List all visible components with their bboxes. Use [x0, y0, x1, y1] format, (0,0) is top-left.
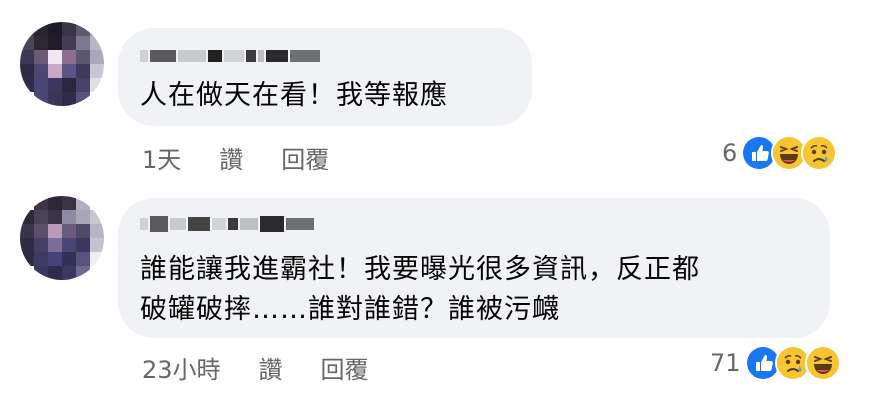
reaction-summary[interactable]: 6: [722, 135, 838, 171]
comment-text: 誰能讓我進霸社！我要曝光很多資訊，反正都 破罐破摔……誰對誰錯？誰被污衊: [140, 254, 700, 325]
avatar[interactable]: [20, 22, 104, 106]
comment-time[interactable]: 1天: [142, 140, 181, 175]
reaction-count: 71: [710, 349, 741, 377]
reaction-summary[interactable]: 71: [710, 345, 841, 381]
reply-button[interactable]: 回覆: [321, 350, 369, 385]
comment-time[interactable]: 23小時: [142, 350, 221, 385]
comment-actions: 1天 讚 回覆: [142, 140, 367, 175]
haha-icon: [804, 345, 841, 381]
like-button[interactable]: 讚: [219, 140, 243, 175]
avatar[interactable]: [20, 196, 104, 280]
comment-actions: 23小時 讚 回覆: [142, 350, 407, 385]
author-name-blurred: [140, 48, 320, 64]
comment-text: 人在做天在看！我等報應: [140, 80, 448, 111]
author-name-blurred: [140, 216, 314, 232]
comment-bubble: 人在做天在看！我等報應: [118, 28, 532, 126]
like-button[interactable]: 讚: [259, 350, 283, 385]
sad-icon: [801, 135, 838, 171]
comment-bubble: 誰能讓我進霸社！我要曝光很多資訊，反正都 破罐破摔……誰對誰錯？誰被污衊: [118, 198, 830, 338]
reaction-count: 6: [722, 139, 738, 167]
reply-button[interactable]: 回覆: [281, 140, 329, 175]
